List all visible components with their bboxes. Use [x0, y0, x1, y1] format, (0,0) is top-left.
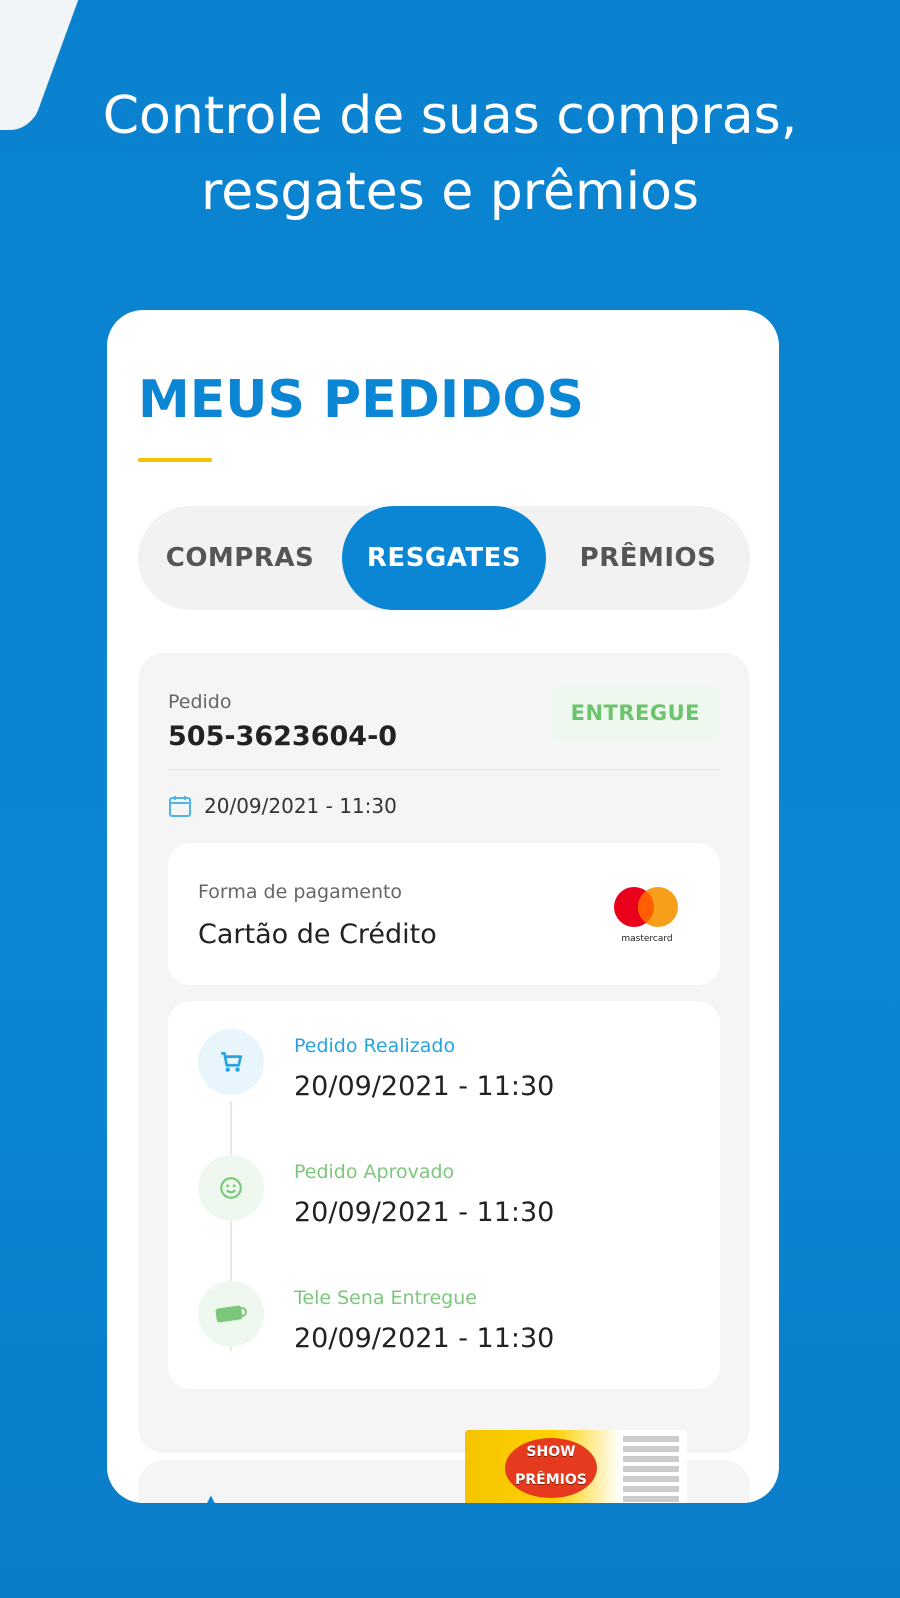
app-screen: MEUS PEDIDOS COMPRAS RESGATES PRÊMIOS Pe…: [107, 310, 779, 1503]
headline-line-1: Controle de suas compras,: [102, 86, 798, 146]
cart-icon-small: ▲: [202, 1490, 220, 1503]
ticket-icon: [198, 1281, 264, 1347]
timeline-date-entregue: 20/09/2021 - 11:30: [294, 1323, 555, 1354]
timeline-date-realizado: 20/09/2021 - 11:30: [294, 1071, 555, 1102]
svg-text:mastercard: mastercard: [621, 934, 672, 944]
order-number: 505-3623604-0: [168, 721, 398, 752]
tab-premios[interactable]: PRÊMIOS: [546, 506, 750, 610]
divider: [168, 769, 720, 770]
order-card[interactable]: Pedido 505-3623604-0 ENTREGUE 20/09/2021…: [138, 653, 750, 1453]
timeline-label-realizado: Pedido Realizado: [294, 1035, 456, 1057]
order-date: 20/09/2021 - 11:30: [204, 794, 397, 818]
order-timeline: Pedido Realizado 20/09/2021 - 11:30 Pedi…: [168, 1001, 720, 1389]
timeline-label-entregue: Tele Sena Entregue: [294, 1287, 477, 1309]
tab-bar: COMPRAS RESGATES PRÊMIOS: [138, 506, 750, 610]
ticket-scratch-panel: [623, 1436, 679, 1503]
smile-icon: [198, 1155, 264, 1221]
tab-resgates[interactable]: RESGATES: [342, 506, 546, 610]
status-badge: ENTREGUE: [550, 685, 720, 741]
payment-label: Forma de pagamento: [198, 881, 403, 903]
tele-sena-ticket-image: SHOW PRÊMIOS: [465, 1430, 687, 1503]
page-title: MEUS PEDIDOS: [138, 370, 585, 430]
title-underline: [138, 458, 212, 462]
headline-line-2: resgates e prêmios: [201, 162, 699, 222]
tab-compras[interactable]: COMPRAS: [138, 506, 342, 610]
promo-headline: Controle de suas compras, resgates e prê…: [0, 78, 900, 230]
order-label: Pedido: [168, 691, 232, 713]
mastercard-logo-icon: mastercard: [610, 883, 684, 945]
timeline-label-aprovado: Pedido Aprovado: [294, 1161, 455, 1183]
timeline-date-aprovado: 20/09/2021 - 11:30: [294, 1197, 555, 1228]
order-date-row: 20/09/2021 - 11:30: [168, 791, 397, 821]
show-premios-logo: SHOW PRÊMIOS: [505, 1438, 597, 1498]
payment-value: Cartão de Crédito: [198, 919, 437, 950]
cart-icon: [198, 1029, 264, 1095]
payment-card: Forma de pagamento Cartão de Crédito mas…: [168, 843, 720, 985]
calendar-icon: [168, 794, 192, 818]
